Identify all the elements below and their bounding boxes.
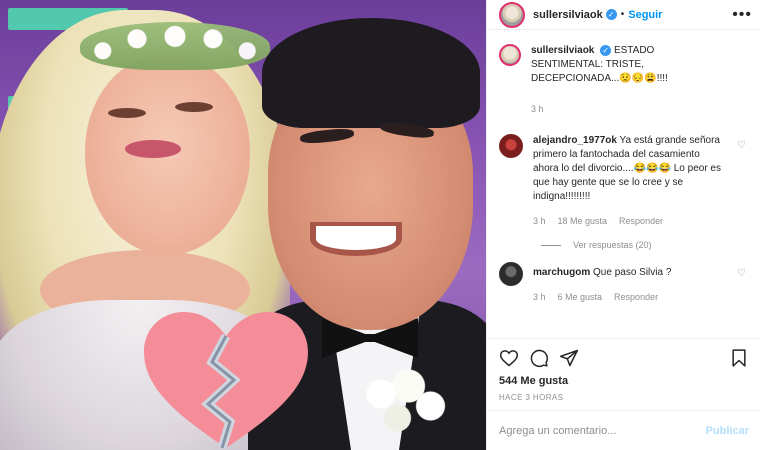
follow-button[interactable]: Seguir xyxy=(628,9,662,21)
caption-username[interactable]: sullersilviaok xyxy=(531,45,594,56)
comment-time[interactable]: 3 h xyxy=(533,214,546,228)
share-icon[interactable] xyxy=(559,348,579,368)
more-options-icon[interactable]: ••• xyxy=(732,6,752,24)
comment-row: marchugom Que paso Silvia ? 3 h 6 Me gus… xyxy=(487,262,760,304)
comment-like-icon[interactable]: ♡ xyxy=(737,268,747,279)
broken-heart-icon xyxy=(144,312,308,450)
groom-hair xyxy=(262,18,480,128)
avatar[interactable] xyxy=(499,262,523,286)
comment-icon[interactable] xyxy=(529,348,549,368)
avatar[interactable] xyxy=(499,44,521,66)
comment-meta: 3 h 6 Me gusta Responder xyxy=(533,290,723,304)
comments-list[interactable]: sullersilviaok ✓ ESTADO SENTIMENTAL: TRI… xyxy=(487,44,760,339)
bride-lips xyxy=(125,140,181,158)
flower-crown xyxy=(80,22,270,70)
post-timestamp[interactable]: HACE 3 HORAS xyxy=(499,393,749,402)
verified-badge-icon: ✓ xyxy=(600,44,612,56)
comment-meta: 3 h 18 Me gusta Responder xyxy=(533,214,723,228)
author-username[interactable]: sullersilviaok xyxy=(533,9,603,21)
likes-count[interactable]: 544 Me gusta xyxy=(499,375,749,387)
replies-divider xyxy=(541,244,561,246)
caption-time[interactable]: 3 h xyxy=(531,102,544,116)
avatar[interactable] xyxy=(499,134,523,158)
groom-smile xyxy=(310,222,402,256)
like-icon[interactable] xyxy=(499,348,519,368)
bride-eye xyxy=(108,108,146,118)
action-bar xyxy=(499,347,749,369)
comment-row: alejandro_1977ok Ya está grande señora p… xyxy=(487,134,760,228)
reply-button[interactable]: Responder xyxy=(614,290,658,304)
instagram-post: sullersilviaok ✓ • Seguir ••• sullersilv… xyxy=(0,0,760,450)
add-comment-bar: Publicar xyxy=(487,410,760,450)
separator: • xyxy=(620,9,625,20)
comment-time[interactable]: 3 h xyxy=(533,290,546,304)
publish-button[interactable]: Publicar xyxy=(706,425,749,437)
caption: sullersilviaok ✓ ESTADO SENTIMENTAL: TRI… xyxy=(487,44,760,116)
comment-input[interactable] xyxy=(499,424,706,437)
verified-badge-icon: ✓ xyxy=(605,9,617,20)
reply-button[interactable]: Responder xyxy=(619,214,663,228)
post-actions: 544 Me gusta HACE 3 HORAS xyxy=(487,338,760,402)
post-header: sullersilviaok ✓ • Seguir ••• xyxy=(487,0,760,30)
bride-eye xyxy=(175,102,213,112)
post-sidebar: sullersilviaok ✓ • Seguir ••• sullersilv… xyxy=(486,0,760,450)
comment-text: Que paso Silvia ? xyxy=(593,267,672,278)
comment-username[interactable]: marchugom xyxy=(533,267,590,278)
caption-meta: 3 h xyxy=(531,102,721,116)
view-replies-button[interactable]: Ver respuestas (20) xyxy=(487,240,760,250)
post-photo[interactable] xyxy=(0,0,486,450)
boutonniere xyxy=(348,362,458,442)
comment-likes[interactable]: 6 Me gusta xyxy=(558,290,603,304)
avatar[interactable] xyxy=(499,1,525,28)
comment-likes[interactable]: 18 Me gusta xyxy=(558,214,608,228)
comment-like-icon[interactable]: ♡ xyxy=(737,140,747,151)
bookmark-icon[interactable] xyxy=(729,348,749,368)
comment-username[interactable]: alejandro_1977ok xyxy=(533,135,617,146)
view-replies-label[interactable]: Ver respuestas (20) xyxy=(573,240,652,250)
